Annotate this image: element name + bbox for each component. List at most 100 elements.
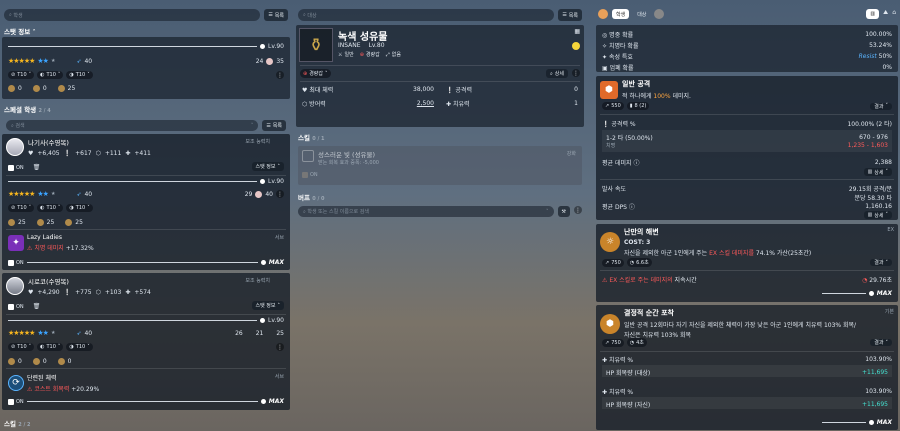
- empty-star-rating[interactable]: ★: [51, 330, 55, 336]
- trash-icon[interactable]: 🗑: [33, 164, 41, 171]
- weapon-star-rating[interactable]: ★★: [37, 57, 49, 65]
- more-menu-icon[interactable]: ⋮: [276, 343, 284, 351]
- student-1-bond[interactable]: 40: [84, 191, 92, 198]
- student-avatar-tab[interactable]: [598, 9, 608, 19]
- student-1-level-knob[interactable]: [260, 179, 266, 184]
- student-2-skill-level-row[interactable]: ON MAX: [8, 398, 284, 405]
- student-2-equip-1[interactable]: ⊘ T10 ˅: [8, 343, 35, 351]
- equip-level-3[interactable]: 25: [68, 85, 76, 92]
- gift-count-2[interactable]: 35: [276, 58, 284, 65]
- tab-target[interactable]: 대상: [633, 9, 650, 19]
- more-menu-icon[interactable]: ⋮: [276, 190, 284, 198]
- basic-result-dropdown[interactable]: 결과 ˅: [870, 339, 892, 346]
- student-1-star-rating[interactable]: ★★★★★: [8, 190, 35, 198]
- student-1-skill-toggle[interactable]: ON: [8, 259, 24, 266]
- tab-student[interactable]: 학생: [612, 9, 630, 19]
- bond-level[interactable]: 40: [84, 58, 92, 65]
- special-students-title[interactable]: 스페셜 학생 2 / 4: [4, 104, 51, 114]
- skill-level-track[interactable]: [26, 401, 258, 402]
- stat-info-title[interactable]: 스탯 정보 ˄: [4, 26, 36, 36]
- student-1-on-toggle[interactable]: ON: [8, 164, 24, 171]
- target-skill-title[interactable]: 스킬 0 / 1: [298, 132, 325, 142]
- empty-star-rating[interactable]: ★: [51, 191, 55, 197]
- student-2-star-rating[interactable]: ★★★★★: [8, 329, 35, 337]
- skill-level-track[interactable]: [26, 262, 258, 263]
- student-list-button[interactable]: ☰ 목록: [264, 9, 288, 21]
- student-1-gift-1[interactable]: 29: [245, 191, 253, 198]
- basic-level-knob[interactable]: [868, 420, 874, 425]
- student-1-skill-level-row[interactable]: ON MAX: [8, 259, 284, 266]
- student-2-avatar[interactable]: [6, 277, 24, 295]
- armor-dropdown[interactable]: ⊕ 경량갑 ˅: [300, 69, 331, 78]
- student-1-level-row[interactable]: Lv.90: [8, 178, 284, 185]
- student-2-equip-3[interactable]: ◑ T10 ˅: [66, 343, 93, 351]
- target-avatar-tab[interactable]: [654, 9, 665, 19]
- equip-slot-3[interactable]: ◑ T10 ˅: [66, 71, 93, 79]
- student-2-equip-level-3[interactable]: 0: [68, 358, 72, 365]
- dps-detail-button[interactable]: ▥ 상세 ˅: [863, 211, 892, 219]
- special-search-input[interactable]: ⌕ 검색 ˅: [6, 120, 259, 131]
- ex-level-knob[interactable]: [868, 291, 874, 296]
- student-2-level-knob[interactable]: [260, 318, 266, 323]
- student-search[interactable]: ⌕ 학생: [4, 9, 261, 21]
- level-slider-row[interactable]: Lv.90: [8, 43, 284, 50]
- skill-level-knob[interactable]: [260, 260, 266, 265]
- equip-slot-2[interactable]: ◐ T10 ˅: [37, 71, 64, 79]
- star-rating[interactable]: ★★★★★: [8, 57, 35, 65]
- student-2-equip-2[interactable]: ◐ T10 ˅: [37, 343, 64, 351]
- student-1-weapon-stars[interactable]: ★★: [37, 190, 49, 198]
- special-list-button[interactable]: ☰ 목록: [262, 120, 286, 131]
- student-2-level-track[interactable]: [8, 320, 258, 321]
- ex-result-dropdown[interactable]: 결과 ˅: [870, 259, 892, 266]
- target-detail-button[interactable]: ⌕ 상세: [545, 69, 568, 78]
- student-2-level-row[interactable]: Lv.90: [8, 317, 284, 324]
- student-1-level-track[interactable]: [8, 181, 258, 182]
- more-menu-icon[interactable]: ⋮: [574, 206, 582, 214]
- mountain-view-icon[interactable]: ⛰: [883, 9, 888, 19]
- student-1-avatar[interactable]: [6, 138, 24, 156]
- buff-tools-button[interactable]: ⚒: [557, 206, 570, 217]
- student-2-on-toggle[interactable]: ON: [8, 303, 24, 310]
- more-menu-icon[interactable]: ⋮: [276, 71, 284, 79]
- student-2-skill-toggle[interactable]: ON: [8, 398, 24, 405]
- student-2-bond[interactable]: 40: [84, 330, 92, 337]
- target-list-button[interactable]: ☰ 목록: [558, 9, 582, 21]
- info-icon[interactable]: ⓘ: [633, 160, 639, 167]
- normal-result-dropdown[interactable]: 결과 ˅: [870, 102, 892, 110]
- chart-view-icon[interactable]: ▥: [866, 9, 880, 19]
- emoji-icon[interactable]: [572, 42, 580, 50]
- target-def-value[interactable]: 2,500: [417, 100, 434, 107]
- equip-level-2[interactable]: 0: [43, 85, 47, 92]
- building-view-icon[interactable]: ⌂: [892, 9, 896, 19]
- student-1-equip-2[interactable]: ◐ T10 ˅: [37, 204, 64, 212]
- target-skill-toggle[interactable]: ON: [302, 172, 318, 178]
- ex-level-row[interactable]: MAX: [602, 290, 892, 297]
- student-2-gift-3[interactable]: 25: [276, 330, 284, 337]
- student-1-equip-level-2[interactable]: 25: [47, 219, 55, 226]
- avg-detail-button[interactable]: ▥ 상세 ˅: [863, 168, 892, 176]
- grid-icon[interactable]: ▦: [574, 28, 580, 35]
- basic-level-track[interactable]: [822, 422, 866, 423]
- student-1-equip-1[interactable]: ⊘ T10 ˅: [8, 204, 35, 212]
- skill-section-title[interactable]: 스킬 2 / 2: [4, 418, 31, 428]
- student-1-equip-3[interactable]: ◑ T10 ˅: [66, 204, 93, 212]
- info-icon[interactable]: ⓘ: [629, 204, 635, 211]
- buff-section-title[interactable]: 버프 0 / 0: [298, 192, 325, 202]
- student-1-equip-level-3[interactable]: 25: [75, 219, 83, 226]
- student-2-equip-level-2[interactable]: 0: [43, 358, 47, 365]
- student-2-equip-level-1[interactable]: 0: [18, 358, 22, 365]
- ex-level-track[interactable]: [822, 293, 866, 294]
- student-2-gift-2[interactable]: 21: [256, 330, 264, 337]
- equip-level-1[interactable]: 0: [18, 85, 22, 92]
- trash-icon[interactable]: 🗑: [33, 303, 41, 310]
- target-search[interactable]: ⌕ 대상: [298, 9, 555, 21]
- student-1-equip-level-1[interactable]: 25: [18, 219, 26, 226]
- basic-level-row[interactable]: MAX: [602, 419, 892, 426]
- student-2-gift-1[interactable]: 26: [235, 330, 243, 337]
- skill-level-knob[interactable]: [260, 399, 266, 404]
- buff-search-input[interactable]: ⌕ 학생 또는 스킬 이름으로 검색 ˅: [298, 206, 554, 217]
- more-menu-icon[interactable]: ⋮: [572, 69, 580, 77]
- empty-star-rating[interactable]: ★: [51, 58, 55, 64]
- student-1-gift-2[interactable]: 40: [265, 191, 273, 198]
- gift-count-1[interactable]: 24: [256, 58, 264, 65]
